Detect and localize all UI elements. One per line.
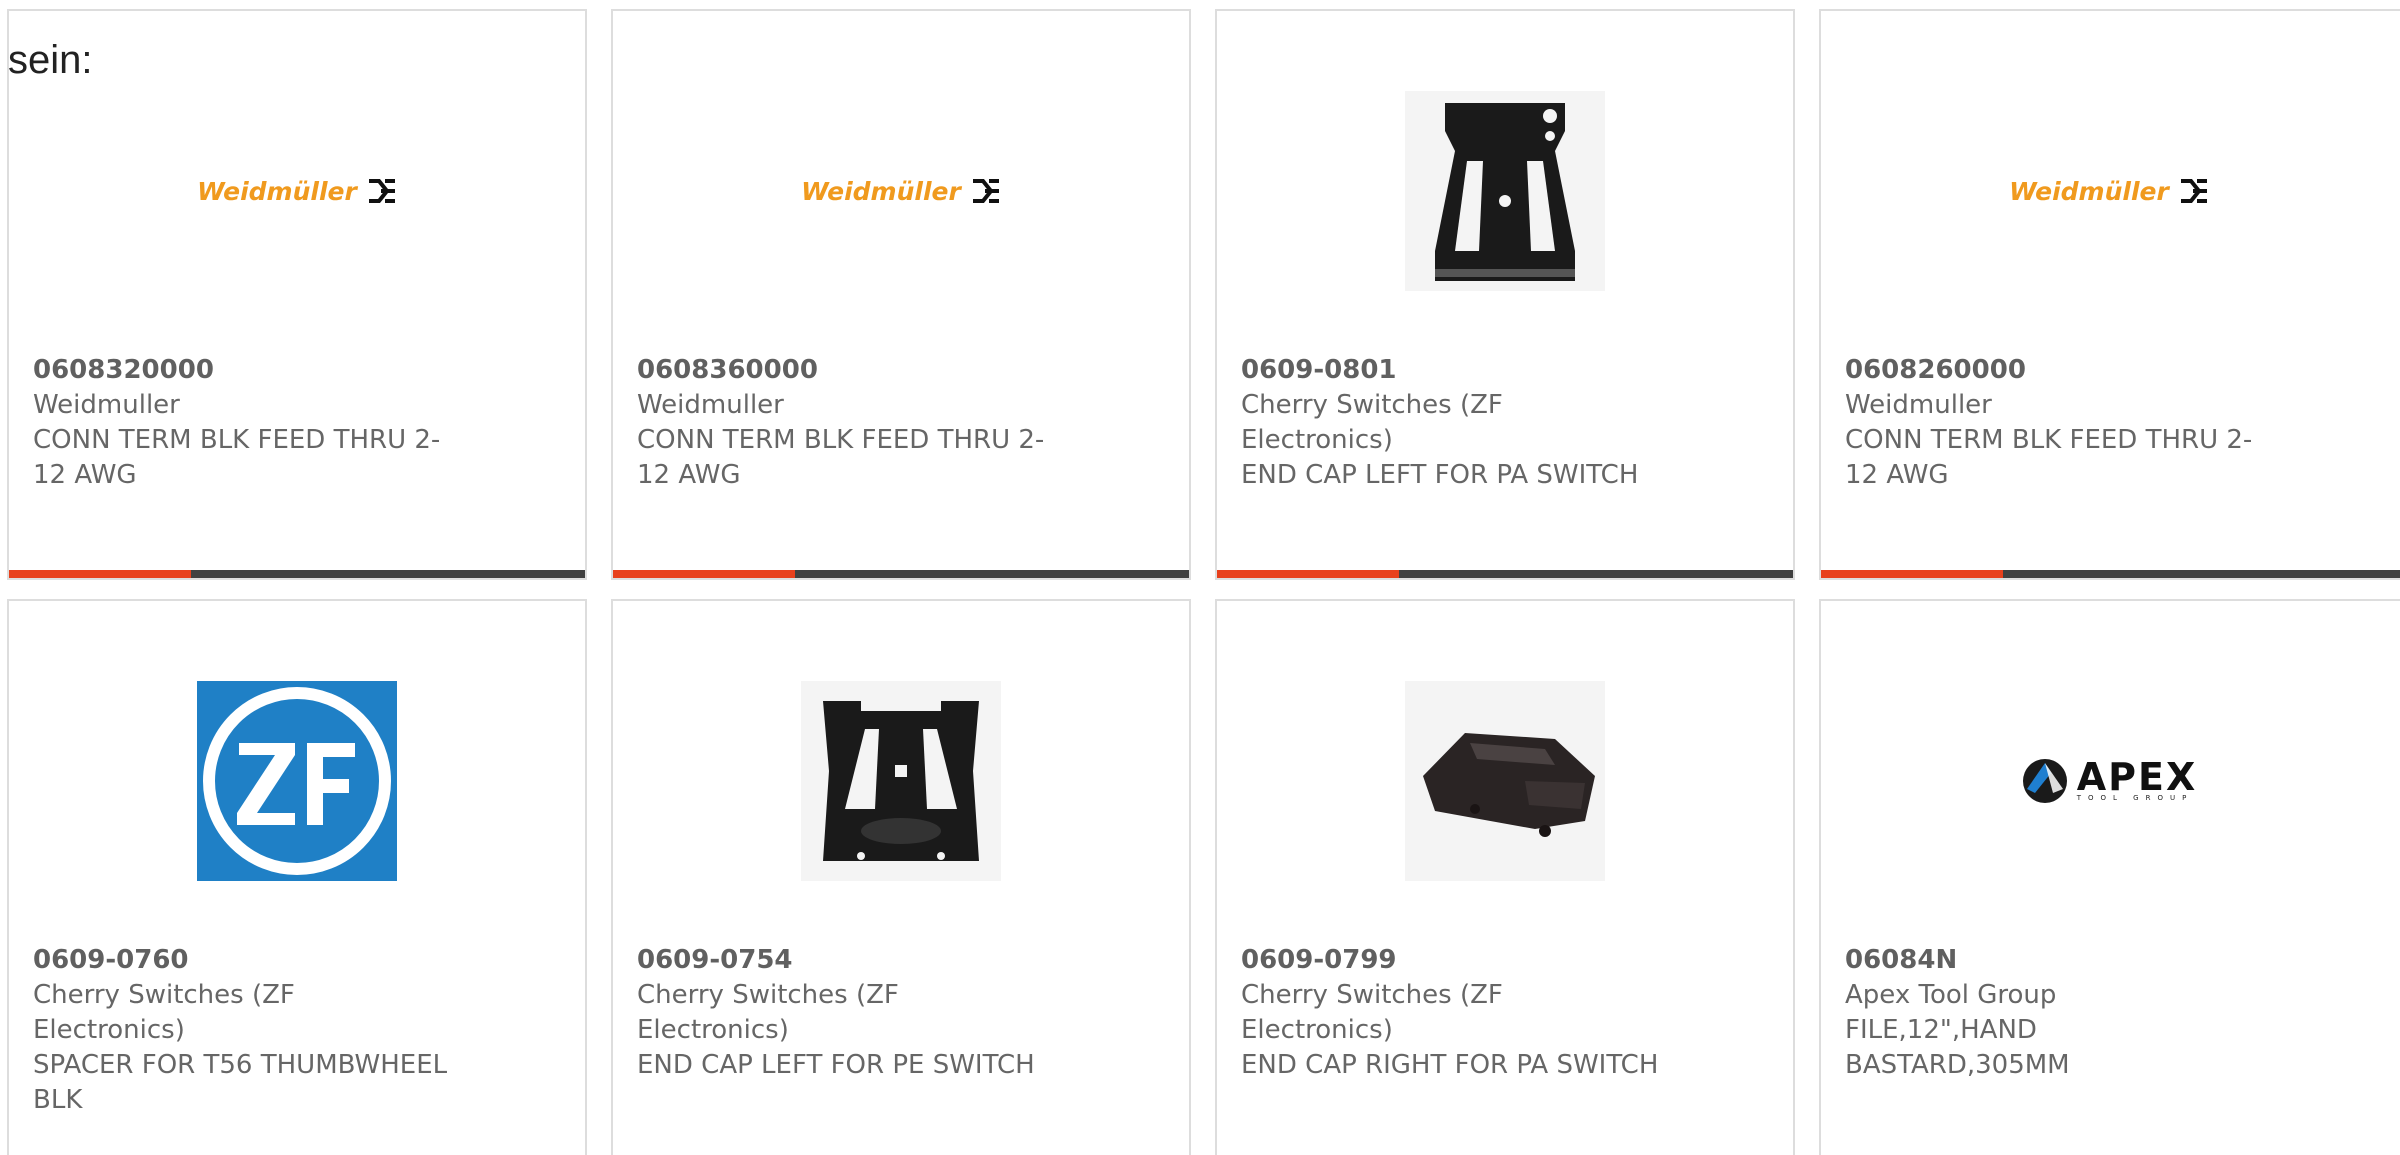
product-image[interactable] <box>1217 81 1793 301</box>
part-number-link[interactable]: 06084N <box>1845 943 2265 978</box>
card-accent-bar <box>1217 570 1399 578</box>
product-card[interactable]: 0609-0799 Cherry Switches (ZF Electronic… <box>1215 599 1795 1155</box>
manufacturer-name: Weidmuller <box>33 390 180 420</box>
manufacturer-name: Cherry Switches (ZF Electronics) <box>33 980 295 1045</box>
product-grid-page: sein: Weidmüller 0608320000 Weidmuller C… <box>0 0 2400 1155</box>
product-info: 0608360000 Weidmuller CONN TERM BLK FEED… <box>637 353 1057 493</box>
part-number-link[interactable]: 0609-0760 <box>33 943 453 978</box>
product-description: FILE,12",HAND BASTARD,305MM <box>1845 1015 2070 1080</box>
manufacturer-name: Cherry Switches (ZF Electronics) <box>637 980 899 1045</box>
weidmuller-logo: Weidmüller <box>197 177 397 206</box>
product-image[interactable] <box>1217 671 1793 891</box>
product-image[interactable]: Weidmüller <box>613 81 1189 301</box>
product-card[interactable]: Weidmüller 0608260000 Weidmuller CONN TE… <box>1819 9 2400 580</box>
product-info: 06084N Apex Tool Group FILE,12",HAND BAS… <box>1845 943 2265 1083</box>
product-info: 0609-0754 Cherry Switches (ZF Electronic… <box>637 943 1057 1083</box>
end-cap-photo <box>1405 91 1605 291</box>
product-info: 0609-0760 Cherry Switches (ZF Electronic… <box>33 943 453 1118</box>
product-description: SPACER FOR T56 THUMBWHEEL BLK <box>33 1050 448 1115</box>
product-info: 0609-0801 Cherry Switches (ZF Electronic… <box>1241 353 1661 493</box>
manufacturer-name: Apex Tool Group <box>1845 980 2057 1010</box>
manufacturer-name: Weidmuller <box>637 390 784 420</box>
part-number-link[interactable]: 0609-0799 <box>1241 943 1661 978</box>
apex-mark-icon <box>2022 759 2067 803</box>
product-image[interactable] <box>613 671 1189 891</box>
product-card[interactable]: 0609-0754 Cherry Switches (ZF Electronic… <box>611 599 1191 1155</box>
part-number-link[interactable]: 0608260000 <box>1845 353 2265 388</box>
product-description: CONN TERM BLK FEED THRU 2-12 AWG <box>33 425 441 490</box>
card-accent-bar <box>1821 570 2003 578</box>
product-description: END CAP RIGHT FOR PA SWITCH <box>1241 1050 1659 1080</box>
product-image[interactable]: APEX TOOL GROUP <box>1821 671 2397 891</box>
end-cap-right-photo <box>1405 681 1605 881</box>
card-footer-bar <box>613 570 1189 578</box>
zf-logo <box>197 681 397 881</box>
weidmuller-logo: Weidmüller <box>801 177 1001 206</box>
part-number-link[interactable]: 0609-0801 <box>1241 353 1661 388</box>
weidmuller-logo: Weidmüller <box>2009 177 2209 206</box>
product-image[interactable] <box>9 671 585 891</box>
product-card[interactable]: Weidmüller 0608360000 Weidmuller CONN TE… <box>611 9 1191 580</box>
product-image[interactable]: Weidmüller <box>9 81 585 301</box>
manufacturer-name: Cherry Switches (ZF Electronics) <box>1241 390 1503 455</box>
product-info: 0608260000 Weidmuller CONN TERM BLK FEED… <box>1845 353 2265 493</box>
end-cap-pe-photo <box>801 681 1001 881</box>
apex-logo: APEX TOOL GROUP <box>2021 757 2198 805</box>
product-card[interactable]: Weidmüller 0608320000 Weidmuller CONN TE… <box>7 9 587 580</box>
manufacturer-name: Weidmuller <box>1845 390 1992 420</box>
intro-text: sein: <box>8 38 93 82</box>
card-accent-bar <box>613 570 795 578</box>
part-number-link[interactable]: 0609-0754 <box>637 943 1057 978</box>
weidmuller-mark-icon <box>972 179 999 203</box>
product-description: CONN TERM BLK FEED THRU 2-12 AWG <box>1845 425 2253 490</box>
card-footer-bar <box>1821 570 2400 578</box>
card-footer-bar <box>9 570 585 578</box>
product-info: 0609-0799 Cherry Switches (ZF Electronic… <box>1241 943 1661 1083</box>
product-card[interactable]: 0609-0760 Cherry Switches (ZF Electronic… <box>7 599 587 1155</box>
product-info: 0608320000 Weidmuller CONN TERM BLK FEED… <box>33 353 453 493</box>
product-card[interactable]: APEX TOOL GROUP 06084N Apex Tool Group F… <box>1819 599 2400 1155</box>
weidmuller-mark-icon <box>368 179 395 203</box>
product-card[interactable]: 0609-0801 Cherry Switches (ZF Electronic… <box>1215 9 1795 580</box>
product-image[interactable]: Weidmüller <box>1821 81 2397 301</box>
part-number-link[interactable]: 0608360000 <box>637 353 1057 388</box>
part-number-link[interactable]: 0608320000 <box>33 353 453 388</box>
product-description: END CAP LEFT FOR PA SWITCH <box>1241 460 1639 490</box>
manufacturer-name: Cherry Switches (ZF Electronics) <box>1241 980 1503 1045</box>
weidmuller-mark-icon <box>2180 179 2207 203</box>
card-accent-bar <box>9 570 191 578</box>
card-footer-bar <box>1217 570 1793 578</box>
product-description: END CAP LEFT FOR PE SWITCH <box>637 1050 1035 1080</box>
product-description: CONN TERM BLK FEED THRU 2-12 AWG <box>637 425 1045 490</box>
